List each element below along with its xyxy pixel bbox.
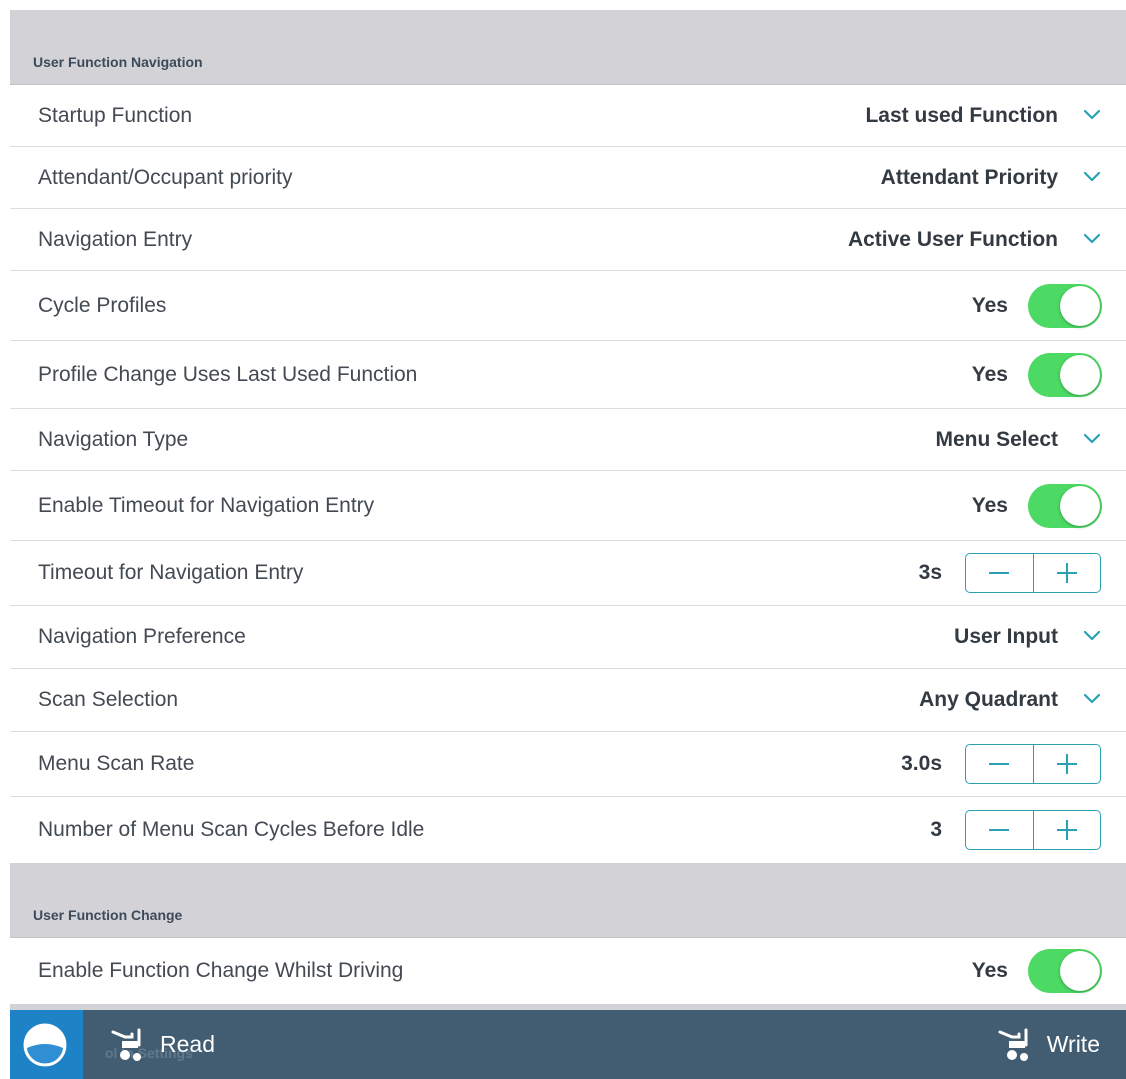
row-label: Menu Scan Rate bbox=[38, 752, 195, 775]
row-startup-function[interactable]: Startup Function Last used Function bbox=[10, 85, 1126, 147]
row-label: Timeout for Navigation Entry bbox=[38, 561, 304, 584]
decrement-button[interactable] bbox=[966, 811, 1034, 849]
chevron-down-icon[interactable] bbox=[1083, 233, 1101, 245]
row-label: Enable Timeout for Navigation Entry bbox=[38, 493, 375, 517]
enable-timeout-toggle[interactable] bbox=[1028, 483, 1102, 528]
read-label: Read bbox=[160, 1031, 215, 1057]
minus-icon bbox=[989, 572, 1010, 574]
row-cycle-profiles: Cycle Profiles Yes bbox=[10, 271, 1126, 341]
read-button[interactable]: Read bbox=[110, 1010, 215, 1079]
dropdown-value[interactable]: Last used Function bbox=[865, 104, 1058, 128]
increment-button[interactable] bbox=[1034, 554, 1101, 592]
row-scan-selection[interactable]: Scan Selection Any Quadrant bbox=[10, 669, 1126, 732]
top-strip bbox=[10, 0, 1126, 10]
dropdown-value[interactable]: Menu Select bbox=[935, 428, 1058, 452]
chevron-down-icon[interactable] bbox=[1083, 433, 1101, 445]
row-profile-change: Profile Change Uses Last Used Function Y… bbox=[10, 341, 1126, 409]
plus-icon bbox=[1056, 754, 1077, 774]
timeout-stepper bbox=[965, 553, 1101, 593]
row-timeout: Timeout for Navigation Entry 3s bbox=[10, 541, 1126, 606]
row-navigation-type[interactable]: Navigation Type Menu Select bbox=[10, 409, 1126, 471]
increment-button[interactable] bbox=[1034, 745, 1101, 783]
toggle-knob bbox=[1060, 485, 1100, 526]
row-scan-cycles: Number of Menu Scan Cycles Before Idle 3 bbox=[10, 797, 1126, 863]
toggle-value: Yes bbox=[971, 493, 1008, 517]
minus-icon bbox=[989, 763, 1010, 765]
dropdown-value[interactable]: Any Quadrant bbox=[919, 688, 1058, 712]
home-logo-icon bbox=[23, 1023, 67, 1067]
row-label: Navigation Preference bbox=[38, 625, 246, 648]
minus-icon bbox=[989, 829, 1010, 831]
section-title: User Function Navigation bbox=[33, 54, 203, 70]
cycle-profiles-toggle[interactable] bbox=[1028, 283, 1102, 328]
toggle-value: Yes bbox=[971, 362, 1008, 386]
stepper-value: 3.0s bbox=[901, 752, 942, 775]
write-chair-icon bbox=[998, 1028, 1028, 1061]
row-enable-timeout: Enable Timeout for Navigation Entry Yes bbox=[10, 471, 1126, 541]
dropdown-value[interactable]: Attendant Priority bbox=[881, 166, 1058, 190]
dropdown-value[interactable]: Active User Function bbox=[848, 228, 1058, 252]
plus-icon bbox=[1056, 820, 1077, 840]
home-button[interactable] bbox=[10, 1010, 83, 1079]
toggle-knob bbox=[1060, 951, 1100, 991]
toggle-value: Yes bbox=[971, 959, 1008, 982]
read-chair-icon bbox=[111, 1028, 141, 1061]
row-menu-scan-rate: Menu Scan Rate 3.0s bbox=[10, 732, 1126, 797]
plus-icon bbox=[1056, 563, 1077, 583]
row-label: Navigation Entry bbox=[38, 227, 193, 251]
stepper-value: 3s bbox=[918, 561, 942, 584]
row-label: Scan Selection bbox=[38, 688, 179, 711]
row-label: Attendant/Occupant priority bbox=[38, 165, 293, 189]
decrement-button[interactable] bbox=[966, 554, 1034, 592]
section-header-navigation: User Function Navigation bbox=[10, 10, 1126, 85]
row-label: Navigation Type bbox=[38, 427, 189, 451]
decrement-button[interactable] bbox=[966, 745, 1034, 783]
chevron-down-icon[interactable] bbox=[1083, 630, 1101, 642]
row-label: Profile Change Uses Last Used Function bbox=[38, 362, 418, 386]
scan-cycles-stepper bbox=[965, 810, 1101, 850]
increment-button[interactable] bbox=[1034, 811, 1101, 849]
row-function-change-driving: Enable Function Change Whilst Driving Ye… bbox=[10, 938, 1126, 1004]
bottom-toolbar: ol In Settings Read Write bbox=[10, 1010, 1126, 1079]
row-attendant-priority[interactable]: Attendant/Occupant priority Attendant Pr… bbox=[10, 147, 1126, 209]
write-button[interactable]: Write bbox=[997, 1010, 1100, 1079]
dropdown-value[interactable]: User Input bbox=[954, 625, 1058, 649]
stepper-value: 3 bbox=[930, 818, 942, 841]
section-title: User Function Change bbox=[33, 907, 183, 923]
row-label: Number of Menu Scan Cycles Before Idle bbox=[38, 818, 425, 841]
row-navigation-preference[interactable]: Navigation Preference User Input bbox=[10, 606, 1126, 669]
toggle-knob bbox=[1060, 354, 1100, 395]
menu-scan-rate-stepper bbox=[965, 744, 1101, 784]
toggle-value: Yes bbox=[971, 293, 1008, 317]
row-label: Startup Function bbox=[38, 103, 193, 127]
profile-change-toggle[interactable] bbox=[1028, 352, 1102, 397]
toggle-knob bbox=[1060, 285, 1100, 326]
section-header-change: User Function Change bbox=[10, 863, 1126, 938]
row-label: Enable Function Change Whilst Driving bbox=[38, 959, 404, 982]
chevron-down-icon[interactable] bbox=[1083, 109, 1101, 121]
row-label: Cycle Profiles bbox=[38, 293, 167, 317]
chevron-down-icon[interactable] bbox=[1083, 171, 1101, 183]
chevron-down-icon[interactable] bbox=[1083, 693, 1101, 705]
function-change-driving-toggle[interactable] bbox=[1028, 949, 1102, 993]
write-label: Write bbox=[1046, 1031, 1100, 1057]
row-navigation-entry[interactable]: Navigation Entry Active User Function bbox=[10, 209, 1126, 271]
